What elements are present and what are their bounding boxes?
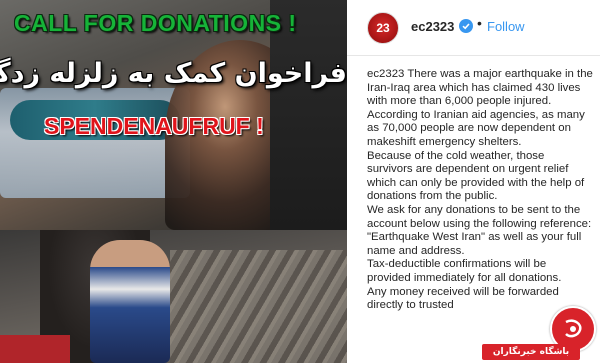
banner-spendenaufruf: SPENDENAUFRUF ! — [44, 113, 264, 139]
follow-button[interactable]: Follow — [487, 19, 525, 34]
post-caption: ec2323 There was a major earthquake in t… — [367, 68, 593, 313]
caption-paragraph: According to Iranian aid agencies, as ma… — [367, 108, 585, 148]
rubble — [170, 250, 347, 363]
verified-badge-icon — [459, 19, 473, 33]
watermark-logo: باشگاه خبرنگاران — [478, 300, 600, 363]
red-cloth — [0, 335, 70, 363]
boy-figure — [90, 240, 170, 363]
separator-dot: • — [477, 15, 482, 31]
post-image[interactable]: CALL FOR DONATIONS ! فراخوان کمک به زلزل… — [0, 0, 347, 363]
banner-call-for-donations: CALL FOR DONATIONS ! — [14, 10, 297, 36]
banner-persian: فراخوان کمک به زلزله زدگان — [0, 58, 347, 89]
caption-username[interactable]: ec2323 — [367, 68, 404, 80]
caption-paragraph: Tax-deductible confirmations will be pro… — [367, 258, 562, 284]
caption-paragraph: ec2323 There was a major earthquake in t… — [367, 68, 593, 108]
caption-paragraph: We ask for any donations to be sent to t… — [367, 203, 592, 257]
avatar[interactable]: 23 — [367, 12, 399, 44]
post-header: 23 ec2323 • Follow — [347, 0, 600, 56]
watermark-text: باشگاه خبرنگاران — [482, 344, 580, 360]
avatar-text: 23 — [376, 21, 390, 35]
photo-rubble-scene — [0, 230, 347, 363]
caption-paragraph: Because of the cold weather, those survi… — [367, 149, 585, 203]
username-link[interactable]: ec2323 — [411, 19, 454, 34]
